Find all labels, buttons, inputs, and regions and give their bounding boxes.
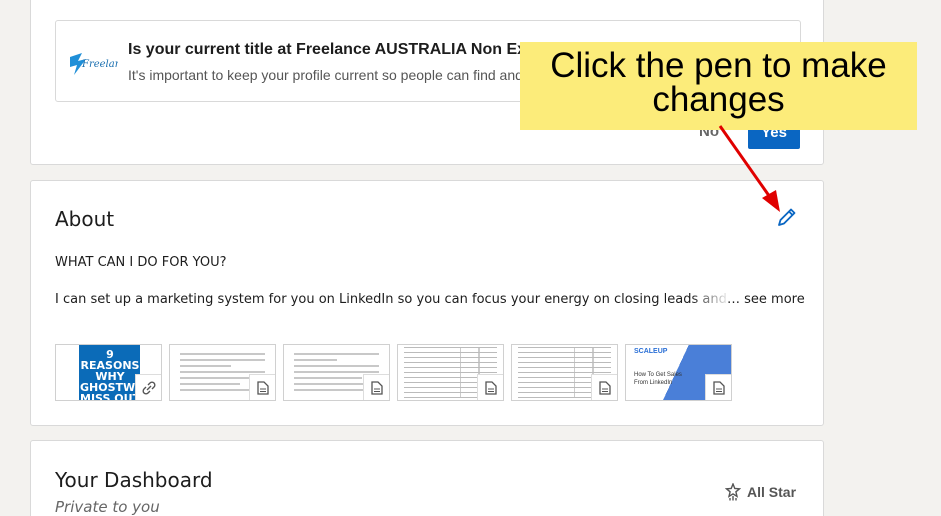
dashboard-card: Your Dashboard Private to you All Star [30, 440, 824, 516]
all-star-label: All Star [747, 484, 797, 500]
see-more-link[interactable]: … see more [727, 292, 805, 307]
document-icon [477, 374, 503, 400]
thumbnail-text: How To Get Sales From LinkedIn [634, 372, 682, 386]
media-thumbnail[interactable]: SCALEUP How To Get Sales From LinkedIn [625, 344, 732, 401]
link-icon [135, 374, 161, 400]
thumbnail-text: 9 REASONS WHY GHOSTWRITERS MISS OUT ON M… [80, 348, 161, 401]
star-icon [725, 483, 741, 501]
about-intro: WHAT CAN I DO FOR YOU? [55, 255, 227, 270]
document-icon [249, 374, 275, 400]
document-icon [705, 374, 731, 400]
text-fade [691, 289, 731, 311]
about-heading: About [55, 207, 115, 231]
media-thumbnail[interactable] [169, 344, 276, 401]
media-thumbnail[interactable] [283, 344, 390, 401]
all-star-status[interactable]: All Star [725, 483, 796, 501]
media-thumbnail[interactable] [511, 344, 618, 401]
media-thumbnail[interactable] [397, 344, 504, 401]
edit-pencil-icon[interactable] [775, 205, 799, 229]
document-icon [591, 374, 617, 400]
dashboard-heading: Your Dashboard [55, 468, 213, 492]
svg-text:Freelance: Freelance [81, 59, 118, 70]
document-icon [363, 374, 389, 400]
dashboard-subtitle: Private to you [55, 498, 160, 516]
suggestion-description: It's important to keep your profile curr… [128, 67, 528, 83]
about-body: I can set up a marketing system for you … [55, 292, 731, 307]
thumbnail-brand: SCALEUP [634, 348, 668, 355]
media-thumbnail[interactable]: 9 REASONS WHY GHOSTWRITERS MISS OUT ON M… [55, 344, 162, 401]
callout-tooltip: Click the pen to make changes [520, 42, 917, 130]
freelance-logo: Freelance [70, 53, 118, 75]
about-card: About WHAT CAN I DO FOR YOU? I can set u… [30, 180, 824, 426]
featured-media: 9 REASONS WHY GHOSTWRITERS MISS OUT ON M… [55, 344, 732, 401]
